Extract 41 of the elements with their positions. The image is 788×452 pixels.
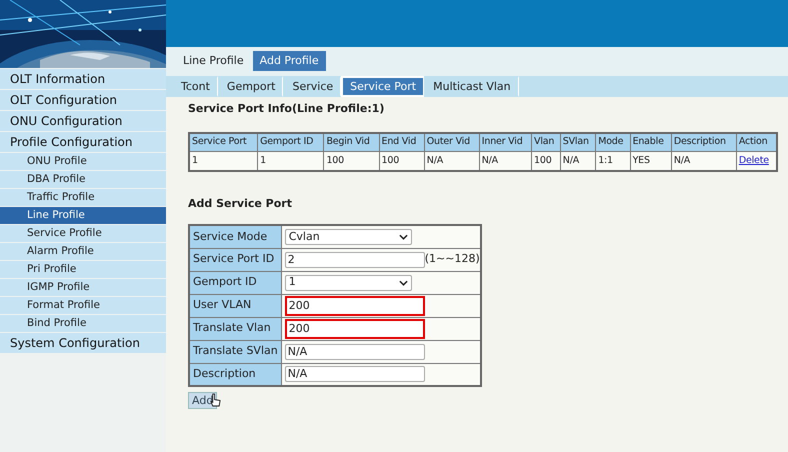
- tab[interactable]: Service Port: [341, 76, 424, 97]
- dropdown[interactable]: Cvlan: [284, 228, 412, 245]
- field-label: Translate Vlan: [189, 317, 282, 340]
- sidebar-item[interactable]: ONU Profile: [0, 153, 166, 170]
- field-label: Service Port ID: [189, 248, 282, 271]
- table-cell: YES: [630, 152, 672, 170]
- sidebar-item[interactable]: IGMP Profile: [0, 279, 166, 296]
- sidebar-item[interactable]: Pri Profile: [0, 261, 166, 278]
- sidebar-section[interactable]: ONU Configuration: [0, 111, 166, 131]
- sidebar-section[interactable]: Profile Configuration: [0, 132, 166, 152]
- input-field[interactable]: N/A: [284, 344, 425, 360]
- sidebar-item[interactable]: Line Profile: [0, 207, 166, 224]
- tab[interactable]: Add Profile: [252, 51, 326, 71]
- tab[interactable]: Multicast Vlan: [424, 76, 519, 97]
- input-field[interactable]: 200: [284, 296, 425, 316]
- field-label: Translate SVlan: [189, 340, 282, 363]
- sidebar-item[interactable]: DBA Profile: [0, 171, 166, 188]
- tab[interactable]: Gemport: [218, 76, 284, 97]
- chevron-down-icon: [398, 234, 408, 240]
- tab[interactable]: Tcont: [172, 76, 218, 97]
- field-label: Description: [189, 363, 282, 386]
- range-hint: (1~~128): [424, 251, 480, 268]
- input-field[interactable]: 2: [284, 252, 425, 268]
- field-label: Gemport ID: [189, 271, 282, 294]
- sidebar-section[interactable]: OLT Information: [0, 69, 166, 89]
- section-title: Service Port Info(Line Profile:1): [188, 101, 386, 117]
- sidebar-item[interactable]: Format Profile: [0, 297, 166, 314]
- tab[interactable]: Line Profile: [176, 51, 251, 71]
- sidebar-item[interactable]: Alarm Profile: [0, 243, 166, 260]
- field-label: Service Mode: [189, 225, 282, 248]
- sidebar-section[interactable]: OLT Configuration: [0, 90, 166, 110]
- chevron-down-icon: [398, 280, 408, 286]
- sidebar-item[interactable]: Bind Profile: [0, 315, 166, 332]
- sidebar-item[interactable]: Traffic Profile: [0, 189, 166, 206]
- dropdown[interactable]: 1: [284, 274, 412, 290]
- input-field[interactable]: 200: [284, 318, 425, 338]
- section-title: Add Service Port: [188, 196, 293, 212]
- sidebar-item[interactable]: Service Profile: [0, 225, 166, 242]
- sidebar-section[interactable]: System Configuration: [0, 333, 166, 353]
- field-label: User VLAN: [189, 294, 282, 317]
- input-field[interactable]: N/A: [284, 366, 425, 382]
